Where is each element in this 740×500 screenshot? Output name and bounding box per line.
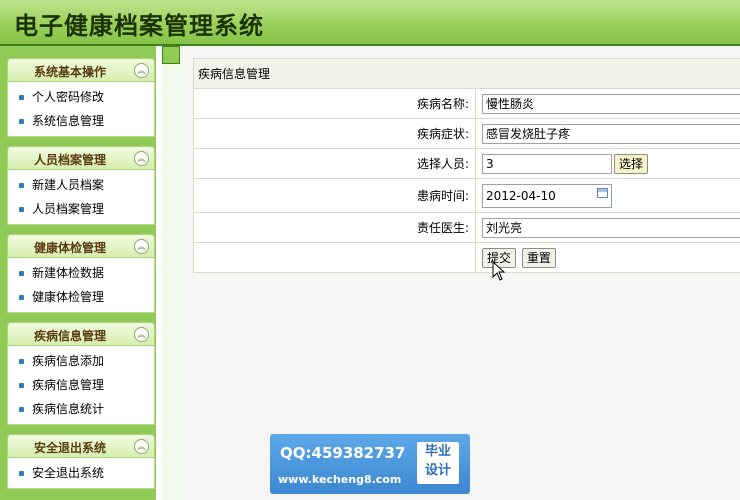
menu-group-title: 安全退出系统 bbox=[33, 441, 106, 455]
chevron-up-icon[interactable]: ︽ bbox=[134, 63, 149, 78]
sidebar-item-disease-stats[interactable]: 疾病信息统计 bbox=[8, 397, 154, 421]
watermark-badge: 毕业 设计 bbox=[417, 442, 459, 484]
symptom-input[interactable]: 感冒发烧肚子疼 bbox=[482, 123, 740, 144]
menu-group-title: 系统基本操作 bbox=[33, 65, 106, 79]
bullet-icon bbox=[19, 471, 24, 476]
sidebar-item-disease-manage[interactable]: 疾病信息管理 bbox=[8, 373, 154, 397]
watermark-banner: QQ:459382737 www.kecheng8.com 毕业 设计 bbox=[270, 434, 470, 494]
mouse-pointer-icon bbox=[492, 261, 506, 281]
disease-name-input[interactable]: 慢性肠炎 bbox=[482, 93, 740, 114]
menu-group-system: 系统基本操作 ︽ 个人密码修改 系统信息管理 bbox=[7, 58, 155, 137]
app-title: 电子健康档案管理系统 bbox=[14, 12, 264, 40]
menu-group-title: 疾病信息管理 bbox=[33, 329, 106, 343]
doctor-input[interactable]: 刘光亮 bbox=[482, 217, 740, 238]
sidebar-item-new-record[interactable]: 新建人员档案 bbox=[8, 173, 154, 197]
disease-form: 疾病信息管理 疾病名称: 慢性肠炎 疾病症状: 感冒发烧肚子疼 选择人员: 3选… bbox=[193, 58, 740, 273]
sidebar-item-record-manage[interactable]: 人员档案管理 bbox=[8, 197, 154, 221]
sidebar-item-disease-add[interactable]: 疾病信息添加 bbox=[8, 349, 154, 373]
menu-group-header[interactable]: 健康体检管理 ︽ bbox=[7, 234, 155, 258]
form-caption: 疾病信息管理 bbox=[193, 58, 740, 89]
chevron-up-icon[interactable]: ︽ bbox=[134, 327, 149, 342]
app-header: 电子健康档案管理系统 bbox=[0, 0, 740, 46]
sidebar: 系统基本操作 ︽ 个人密码修改 系统信息管理 人员档案管理 ︽ 新建人员档案 人… bbox=[0, 46, 162, 500]
main-content: 疾病信息管理 疾病名称: 慢性肠炎 疾病症状: 感冒发烧肚子疼 选择人员: 3选… bbox=[180, 46, 740, 500]
select-person-button[interactable]: 选择 bbox=[614, 153, 649, 174]
bullet-icon bbox=[19, 359, 24, 364]
person-input[interactable]: 3 bbox=[482, 153, 612, 174]
sidebar-item-logout[interactable]: 安全退出系统 bbox=[8, 461, 154, 485]
menu-group-personnel: 人员档案管理 ︽ 新建人员档案 人员档案管理 bbox=[7, 146, 155, 225]
field-label: 选择人员: bbox=[193, 148, 476, 179]
menu-group-logout: 安全退出系统 ︽ 安全退出系统 bbox=[7, 434, 155, 489]
menu-group-disease: 疾病信息管理 ︽ 疾病信息添加 疾病信息管理 疾病信息统计 bbox=[7, 322, 155, 425]
date-input[interactable]: 2012-04-10 bbox=[482, 183, 612, 208]
bullet-icon bbox=[19, 183, 24, 188]
menu-group-title: 健康体检管理 bbox=[33, 241, 106, 255]
field-label: 疾病名称: bbox=[193, 88, 476, 119]
sidebar-item-checkup-manage[interactable]: 健康体检管理 bbox=[8, 285, 154, 309]
chevron-up-icon[interactable]: ︽ bbox=[134, 239, 149, 254]
sidebar-item-system-info[interactable]: 系统信息管理 bbox=[8, 109, 154, 133]
sidebar-item-new-checkup[interactable]: 新建体检数据 bbox=[8, 261, 154, 285]
bullet-icon bbox=[19, 207, 24, 212]
menu-group-header[interactable]: 人员档案管理 ︽ bbox=[7, 146, 155, 170]
bullet-icon bbox=[19, 271, 24, 276]
field-label: 患病时间: bbox=[193, 178, 476, 213]
sidebar-item-password[interactable]: 个人密码修改 bbox=[8, 85, 154, 109]
sidebar-splitter[interactable] bbox=[162, 46, 180, 500]
menu-group-header[interactable]: 系统基本操作 ︽ bbox=[7, 58, 155, 82]
reset-button[interactable]: 重置 bbox=[521, 247, 556, 268]
watermark-site: www.kecheng8.com bbox=[278, 473, 402, 486]
field-label: 责任医生: bbox=[193, 212, 476, 243]
bullet-icon bbox=[19, 119, 24, 124]
bullet-icon bbox=[19, 295, 24, 300]
menu-group-title: 人员档案管理 bbox=[33, 153, 106, 167]
bullet-icon bbox=[19, 407, 24, 412]
field-label: 疾病症状: bbox=[193, 118, 476, 149]
bullet-icon bbox=[19, 383, 24, 388]
chevron-up-icon[interactable]: ︽ bbox=[134, 151, 149, 166]
menu-group-header[interactable]: 疾病信息管理 ︽ bbox=[7, 322, 155, 346]
calendar-icon[interactable] bbox=[597, 187, 608, 198]
watermark-qq: QQ:459382737 bbox=[280, 444, 406, 462]
menu-group-checkup: 健康体检管理 ︽ 新建体检数据 健康体检管理 bbox=[7, 234, 155, 313]
splitter-toggle[interactable] bbox=[162, 46, 180, 64]
bullet-icon bbox=[19, 95, 24, 100]
menu-group-header[interactable]: 安全退出系统 ︽ bbox=[7, 434, 155, 458]
chevron-up-icon[interactable]: ︽ bbox=[134, 439, 149, 454]
